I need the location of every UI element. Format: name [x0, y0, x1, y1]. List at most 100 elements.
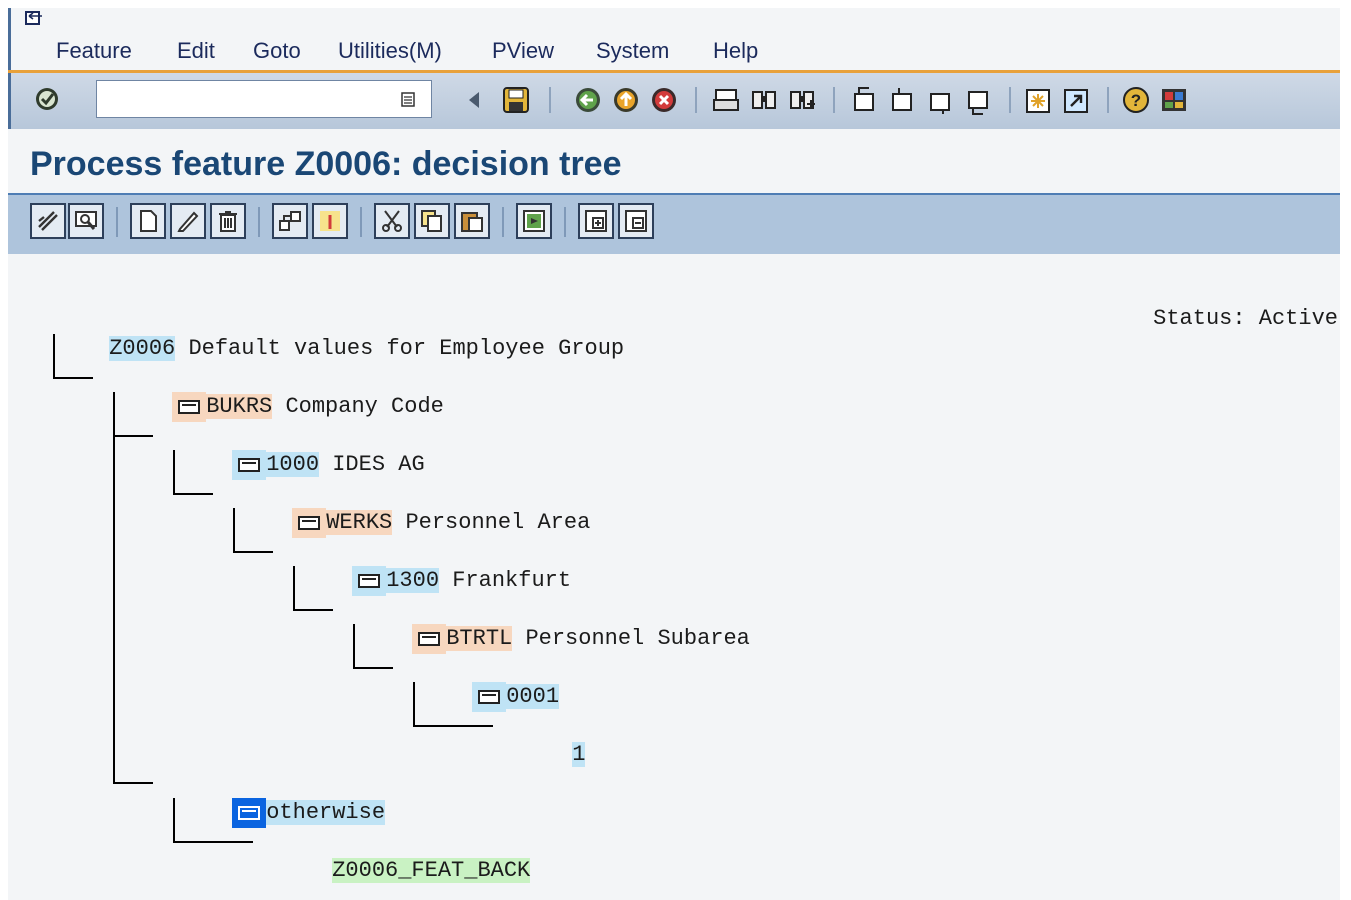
enter-icon[interactable]	[33, 84, 63, 116]
cancel-icon[interactable]	[649, 84, 679, 116]
copy-button[interactable]	[414, 203, 450, 239]
create-icon	[140, 210, 157, 232]
feature-name[interactable]: Z0006	[109, 336, 176, 361]
menu-utilities[interactable]: Utilities(M)	[338, 38, 442, 64]
value-key[interactable]: 1000	[266, 452, 320, 477]
generate-button[interactable]	[516, 203, 552, 239]
next-page-icon[interactable]	[925, 84, 955, 116]
field-description: Personnel Subarea	[525, 626, 750, 651]
expand-button[interactable]	[578, 203, 614, 239]
cut-icon	[382, 210, 402, 232]
display-button[interactable]	[68, 203, 104, 239]
structure-button[interactable]	[272, 203, 308, 239]
tree-root[interactable]: Z0006 Default values for Employee Group	[30, 304, 624, 361]
find-icon[interactable]	[749, 84, 779, 116]
expand-icon	[585, 210, 607, 232]
tree-node-value[interactable]: 0001	[393, 652, 560, 712]
toolbar-separator	[116, 207, 118, 237]
return-value[interactable]: Z0006_FEAT_BACK	[332, 858, 531, 883]
field-name[interactable]: WERKS	[326, 510, 393, 535]
command-history-icon[interactable]	[399, 90, 417, 108]
print-icon[interactable]	[711, 84, 741, 116]
folder-open-icon[interactable]	[352, 566, 387, 596]
previous-page-icon[interactable]	[887, 84, 917, 116]
svg-text:?: ?	[1131, 91, 1141, 110]
find-next-icon[interactable]	[787, 84, 817, 116]
menu-goto[interactable]: Goto	[253, 38, 301, 64]
toolbar-separator	[695, 87, 697, 113]
last-page-icon[interactable]	[963, 84, 993, 116]
sap-window: Feature Edit Goto Utilities(M) PView Sys…	[8, 8, 1340, 900]
shortcut-icon[interactable]	[1061, 84, 1091, 116]
cut-button[interactable]	[374, 203, 410, 239]
command-input[interactable]	[101, 85, 385, 115]
application-toolbar	[8, 195, 1340, 254]
tree-node-value[interactable]: 1300 Frankfurt	[273, 536, 571, 596]
feature-description: Default values for Employee Group	[188, 336, 625, 361]
delete-icon	[219, 211, 237, 232]
toolbar-separator	[549, 87, 551, 113]
toolbar-separator	[258, 207, 260, 237]
folder-open-icon[interactable]	[472, 682, 507, 712]
collapse-button[interactable]	[618, 203, 654, 239]
exit-icon[interactable]	[611, 84, 641, 116]
change-icon	[177, 211, 199, 232]
save-icon[interactable]	[501, 84, 531, 116]
value-key[interactable]: 1300	[386, 568, 440, 593]
folder-open-icon[interactable]	[172, 392, 207, 422]
back-icon[interactable]	[573, 84, 603, 116]
otherwise-label[interactable]: otherwise	[266, 800, 386, 825]
display-icon	[75, 211, 97, 230]
paste-button[interactable]	[454, 203, 490, 239]
folder-open-icon[interactable]	[232, 450, 267, 480]
back-arrow-icon[interactable]	[459, 84, 489, 116]
check-icon	[38, 211, 58, 231]
first-page-icon[interactable]	[849, 84, 879, 116]
value-description: Frankfurt	[452, 568, 572, 593]
folder-open-icon[interactable]	[412, 624, 447, 654]
toolbar-separator	[564, 207, 566, 237]
value-key[interactable]: 0001	[506, 684, 560, 709]
system-menu-icon[interactable]	[25, 11, 43, 27]
return-value[interactable]: 1	[572, 742, 586, 767]
command-field[interactable]	[96, 80, 432, 118]
menu-help[interactable]: Help	[713, 38, 758, 64]
tree-node-field[interactable]: BUKRS Company Code	[93, 362, 444, 422]
create-session-icon[interactable]	[1023, 84, 1053, 116]
field-name[interactable]: BUKRS	[206, 394, 273, 419]
tree-return-value[interactable]: Z0006_FEAT_BACK	[253, 826, 531, 883]
menu-bar: Feature Edit Goto Utilities(M) PView Sys…	[8, 8, 1340, 70]
create-button[interactable]	[130, 203, 166, 239]
folder-open-icon[interactable]	[292, 508, 327, 538]
structure-icon	[279, 211, 301, 231]
menu-feature[interactable]: Feature	[56, 38, 132, 64]
menu-edit[interactable]: Edit	[177, 38, 215, 64]
tree-node-otherwise[interactable]: otherwise	[153, 768, 386, 828]
tree-node-field[interactable]: BTRTL Personnel Subarea	[333, 594, 750, 654]
toolbar-separator	[833, 87, 835, 113]
tree-node-field[interactable]: WERKS Personnel Area	[213, 478, 590, 538]
tree-node-value[interactable]: 1000 IDES AG	[153, 420, 425, 480]
node-attributes-button[interactable]	[312, 203, 348, 239]
field-name[interactable]: BTRTL	[446, 626, 513, 651]
tree-connector	[113, 782, 153, 784]
status-label: Status: Active	[1153, 306, 1338, 331]
decision-tree: Z0006 Default values for Employee Group …	[8, 254, 1340, 900]
change-button[interactable]	[170, 203, 206, 239]
help-icon[interactable]: ?	[1121, 84, 1151, 116]
title-bar: Process feature Z0006: decision tree	[8, 129, 1340, 193]
folder-open-icon[interactable]	[232, 798, 267, 828]
menu-pview[interactable]: PView	[492, 38, 554, 64]
toolbar-separator	[502, 207, 504, 237]
check-button[interactable]	[30, 203, 66, 239]
paste-icon	[461, 212, 483, 232]
delete-button[interactable]	[210, 203, 246, 239]
menu-system[interactable]: System	[596, 38, 669, 64]
field-description: Personnel Area	[405, 510, 591, 535]
toolbar-separator	[360, 207, 362, 237]
node-attributes-icon	[320, 211, 340, 231]
toolbar-separator	[1107, 87, 1109, 113]
page-title: Process feature Z0006: decision tree	[30, 145, 622, 183]
customize-layout-icon[interactable]	[1159, 84, 1189, 116]
tree-return-value[interactable]: 1	[493, 710, 586, 767]
